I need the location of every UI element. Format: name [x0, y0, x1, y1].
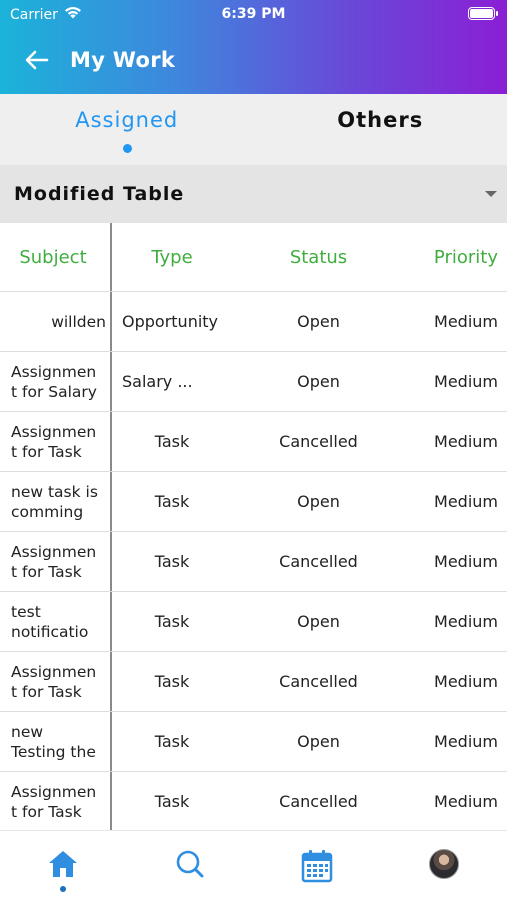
subject-text: test notificatio: [11, 602, 89, 641]
cell-status: Open: [297, 612, 340, 631]
cell-subject: new task is comming: [0, 472, 112, 531]
cell-subject: test notificatio: [0, 592, 112, 651]
status-bar: Carrier 6:39 PM: [0, 0, 507, 28]
cell-subject: willden: [0, 292, 112, 351]
subject-text: new task is comming: [11, 482, 98, 521]
cell-status: Open: [297, 372, 340, 391]
table-header-row: Subject Type Status Priority: [0, 223, 507, 292]
active-tab-indicator: [122, 144, 132, 153]
table-row[interactable]: Assignmen t for Task Task Cancelled Medi…: [0, 412, 507, 472]
cell-priority: Medium: [434, 312, 498, 331]
column-header-status[interactable]: Status: [232, 223, 405, 291]
subject-text: new Testing the: [11, 722, 96, 761]
cell-type: Task: [154, 612, 190, 631]
subject-text: Assignmen t for Salary: [11, 362, 97, 401]
cell-status: Cancelled: [279, 792, 358, 811]
page-title: My Work: [70, 48, 176, 72]
nav-home[interactable]: [0, 831, 127, 900]
cell-priority: Medium: [434, 672, 498, 691]
cell-priority: Medium: [434, 792, 498, 811]
cell-priority: Medium: [434, 552, 498, 571]
table-row[interactable]: Assignmen t for Task Task Cancelled Medi…: [0, 652, 507, 712]
subject-text: Assignmen t for Task: [11, 542, 97, 581]
home-icon: [49, 851, 78, 877]
cell-type: Task: [154, 432, 190, 451]
caret-down-icon: [485, 191, 497, 197]
subject-text: Assignmen t for Task: [11, 662, 97, 701]
tab-others-label: Others: [337, 108, 424, 132]
subject-text: Assignmen t for Task: [11, 782, 97, 821]
subject-text: willden: [51, 312, 106, 331]
cell-type: Opportunity: [122, 312, 219, 331]
table-row[interactable]: Assignmen t for Task Task Cancelled Medi…: [0, 772, 507, 830]
cell-subject: new Testing the: [0, 712, 112, 771]
calendar-icon: [301, 850, 333, 883]
column-header-subject[interactable]: Subject: [0, 223, 112, 291]
status-time: 6:39 PM: [221, 6, 286, 22]
cell-status: Open: [297, 492, 340, 511]
tab-assigned[interactable]: Assigned: [0, 94, 254, 165]
arrow-left-icon: [25, 50, 49, 70]
table-row[interactable]: new Testing the Task Open Medium: [0, 712, 507, 772]
cell-priority: Medium: [434, 372, 498, 391]
nav-search[interactable]: [127, 831, 254, 900]
work-table: Subject Type Status Priority willden Opp…: [0, 223, 507, 830]
table-select-dropdown[interactable]: Modified Table: [0, 165, 507, 223]
cell-status: Cancelled: [279, 552, 358, 571]
tab-assigned-label: Assigned: [75, 108, 179, 132]
cell-status: Cancelled: [279, 432, 358, 451]
app-bar: My Work: [0, 38, 507, 82]
tab-bar: Assigned Others: [0, 94, 507, 165]
table-row[interactable]: willden Opportunity Open Medium: [0, 292, 507, 352]
cell-type: Task: [154, 672, 190, 691]
cell-priority: Medium: [434, 432, 498, 451]
cell-priority: Medium: [434, 732, 498, 751]
cell-priority: Medium: [434, 612, 498, 631]
nav-calendar[interactable]: [254, 831, 381, 900]
app-header: Carrier 6:39 PM My Work: [0, 0, 507, 94]
cell-priority: Medium: [434, 492, 498, 511]
cell-subject: Assignmen t for Task: [0, 532, 112, 591]
cell-type: Task: [154, 552, 190, 571]
battery-icon: [468, 7, 498, 20]
cell-status: Open: [297, 732, 340, 751]
bottom-navigation: [0, 830, 507, 900]
cell-type: Task: [154, 792, 190, 811]
table-row[interactable]: new task is comming Task Open Medium: [0, 472, 507, 532]
cell-status: Open: [297, 312, 340, 331]
cell-subject: Assignmen t for Task: [0, 652, 112, 711]
table-row[interactable]: Assignmen t for Salary Salary ... Open M…: [0, 352, 507, 412]
table-row[interactable]: Assignmen t for Task Task Cancelled Medi…: [0, 532, 507, 592]
cell-type: Task: [154, 492, 190, 511]
subject-text: Assignmen t for Task: [11, 422, 97, 461]
cell-subject: Assignmen t for Task: [0, 772, 112, 830]
search-icon: [176, 850, 204, 878]
cell-subject: Assignmen t for Task: [0, 412, 112, 471]
active-nav-indicator: [60, 886, 67, 892]
nav-profile[interactable]: [380, 831, 507, 900]
back-button[interactable]: [14, 38, 60, 82]
tab-others[interactable]: Others: [254, 94, 507, 165]
profile-avatar: [428, 849, 459, 879]
dropdown-selected-value: Modified Table: [14, 183, 185, 205]
table-row[interactable]: test notificatio Task Open Medium: [0, 592, 507, 652]
column-header-type[interactable]: Type: [112, 223, 232, 291]
cell-subject: Assignmen t for Salary: [0, 352, 112, 411]
cell-type: Task: [154, 732, 190, 751]
column-header-priority[interactable]: Priority: [405, 223, 507, 291]
cell-type: Salary ...: [122, 372, 193, 391]
cell-status: Cancelled: [279, 672, 358, 691]
